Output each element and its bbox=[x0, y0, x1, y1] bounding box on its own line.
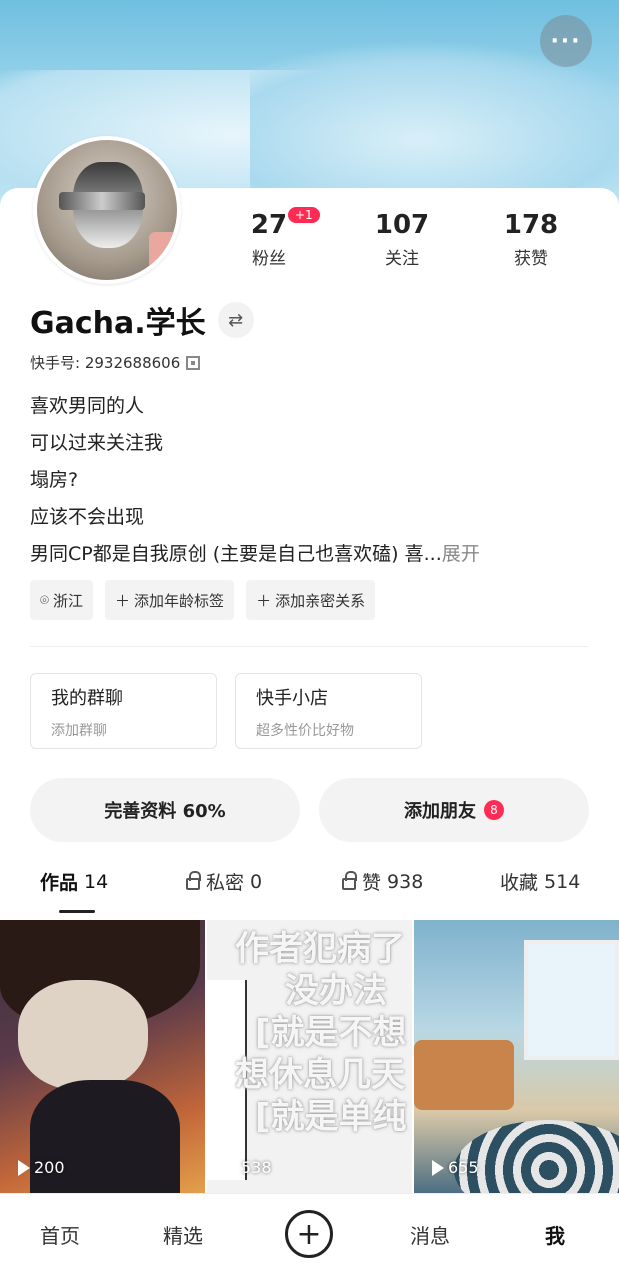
video-thumbnail[interactable]: 200 bbox=[0, 920, 205, 1193]
bio-expand-link[interactable]: 展开 bbox=[442, 543, 480, 565]
user-id[interactable]: 快手号: 2932688606 bbox=[30, 352, 201, 373]
overlay-line: 没办法 bbox=[285, 971, 387, 1011]
view-count: 200 bbox=[18, 1158, 65, 1177]
tab-favorites[interactable]: 收藏 514 bbox=[500, 868, 580, 895]
nav-featured[interactable]: 精选 bbox=[163, 1220, 203, 1249]
group-chat-card[interactable]: 我的群聊 添加群聊 bbox=[30, 673, 217, 749]
stat-following-label: 关注 bbox=[385, 249, 419, 269]
tab-favorites-count: 514 bbox=[544, 870, 581, 893]
bio-line: 喜欢男同的人 bbox=[30, 395, 145, 417]
profile-bio[interactable]: 喜欢男同的人 可以过来关注我 塌房? 应该不会出现 男同CP都是自我原创 (主要… bbox=[30, 388, 590, 573]
tag-add-relationship-label: 添加亲密关系 bbox=[275, 591, 366, 610]
tab-liked-count: 938 bbox=[387, 870, 424, 893]
stat-following[interactable]: 107 关注 bbox=[357, 210, 447, 269]
thumbnail-overlay-text: 作者犯病了 没办法 [就是不想 想休息几天 [就是单纯 bbox=[235, 928, 412, 1138]
shop-title: 快手小店 bbox=[256, 688, 328, 709]
tag-location-label: 浙江 bbox=[53, 591, 84, 610]
bio-line: 塌房? bbox=[30, 469, 79, 491]
tag-add-relationship[interactable]: ＋ 添加亲密关系 bbox=[246, 580, 376, 620]
stat-likes-count: 178 bbox=[503, 210, 559, 240]
tab-liked[interactable]: 赞 938 bbox=[342, 868, 423, 895]
add-friends-label: 添加朋友 bbox=[404, 801, 476, 822]
thumbnail-art bbox=[524, 940, 619, 1060]
thumbnail-art bbox=[414, 1040, 514, 1110]
tab-private[interactable]: 私密 0 bbox=[186, 868, 262, 895]
shop-card[interactable]: 快手小店 超多性价比好物 bbox=[235, 673, 422, 749]
tab-works[interactable]: 作品 14 bbox=[40, 868, 108, 895]
content-tabs: 作品 14 私密 0 赞 938 收藏 514 bbox=[0, 868, 619, 912]
tab-private-count: 0 bbox=[250, 870, 263, 893]
overlay-line: 作者犯病了 bbox=[235, 929, 405, 969]
bio-line: 应该不会出现 bbox=[30, 506, 145, 528]
nav-home[interactable]: 首页 bbox=[40, 1220, 80, 1249]
tab-works-label: 作品 bbox=[40, 872, 79, 894]
video-thumbnail[interactable]: 655 bbox=[414, 920, 619, 1193]
nav-add-button[interactable]: + bbox=[285, 1210, 333, 1258]
plus-icon: + bbox=[296, 1216, 322, 1252]
stat-likes-label: 获赞 bbox=[514, 249, 548, 269]
complete-profile-label: 完善资料 60% bbox=[104, 801, 226, 822]
more-options-button[interactable]: ··· bbox=[540, 15, 592, 67]
stat-likes[interactable]: 178 获赞 bbox=[486, 210, 576, 269]
shop-subtitle: 超多性价比好物 bbox=[256, 723, 354, 739]
overlay-line: [就是不想 bbox=[255, 1013, 407, 1053]
stat-following-count: 107 bbox=[374, 210, 430, 240]
video-thumbnail[interactable]: 作者犯病了 没办法 [就是不想 想休息几天 [就是单纯 538 bbox=[207, 920, 412, 1193]
tab-private-label: 私密 bbox=[206, 872, 245, 894]
view-count-text: 200 bbox=[34, 1158, 65, 1177]
nav-me[interactable]: 我 bbox=[545, 1220, 565, 1249]
tag-add-age[interactable]: ＋ 添加年龄标签 bbox=[105, 580, 235, 620]
plus-icon: ＋ bbox=[256, 591, 272, 610]
profile-tags: ⌾ 浙江 ＋ 添加年龄标签 ＋ 添加亲密关系 bbox=[30, 580, 376, 620]
overlay-line: [就是单纯 bbox=[255, 1097, 407, 1137]
bottom-nav: 首页 精选 + 消息 我 bbox=[0, 1193, 619, 1280]
avatar-glasses bbox=[59, 192, 145, 210]
video-grid: 200 作者犯病了 没办法 [就是不想 想休息几天 [就是单纯 538 655 bbox=[0, 920, 619, 1193]
plus-icon: ＋ bbox=[115, 591, 131, 610]
name-row: Gacha.学长 ⇄ bbox=[30, 298, 254, 342]
bio-line: 男同CP都是自我原创 (主要是自己也喜欢磕) 喜... bbox=[30, 543, 442, 565]
switch-arrows-icon: ⇄ bbox=[228, 309, 244, 331]
play-icon bbox=[225, 1159, 237, 1176]
new-follower-badge: +1 bbox=[288, 207, 320, 223]
bio-line: 可以过来关注我 bbox=[30, 432, 164, 454]
stat-followers-label: 粉丝 bbox=[252, 249, 286, 269]
profile-name: Gacha.学长 bbox=[30, 306, 206, 341]
location-pin-icon: ⌾ bbox=[40, 591, 50, 609]
add-friends-button[interactable]: 添加朋友 8 bbox=[319, 778, 589, 842]
active-tab-indicator bbox=[59, 910, 95, 913]
play-icon bbox=[432, 1159, 444, 1176]
tab-favorites-label: 收藏 bbox=[500, 872, 539, 894]
play-icon bbox=[18, 1159, 30, 1176]
lock-icon bbox=[342, 871, 357, 890]
lock-icon bbox=[186, 871, 201, 890]
thumbnail-art bbox=[454, 1120, 619, 1193]
tag-location[interactable]: ⌾ 浙江 bbox=[30, 580, 94, 620]
tag-add-age-label: 添加年龄标签 bbox=[134, 591, 225, 610]
bio-line-last: 男同CP都是自我原创 (主要是自己也喜欢磕) 喜...展开 bbox=[30, 536, 590, 573]
group-chat-subtitle: 添加群聊 bbox=[51, 723, 107, 739]
overlay-line: 想休息几天 bbox=[235, 1055, 405, 1095]
view-count: 538 bbox=[225, 1158, 272, 1177]
tab-liked-label: 赞 bbox=[362, 872, 382, 894]
add-friends-badge: 8 bbox=[484, 800, 504, 820]
qr-code-icon[interactable] bbox=[186, 355, 201, 370]
nav-messages[interactable]: 消息 bbox=[410, 1220, 450, 1249]
user-id-text: 快手号: 2932688606 bbox=[30, 354, 181, 372]
section-divider bbox=[30, 646, 588, 647]
view-count: 655 bbox=[432, 1158, 479, 1177]
tab-works-count: 14 bbox=[84, 870, 109, 893]
complete-profile-button[interactable]: 完善资料 60% bbox=[30, 778, 300, 842]
group-chat-title: 我的群聊 bbox=[51, 688, 123, 709]
view-count-text: 538 bbox=[241, 1158, 272, 1177]
switch-account-button[interactable]: ⇄ bbox=[217, 302, 254, 338]
view-count-text: 655 bbox=[448, 1158, 479, 1177]
thumbnail-art bbox=[18, 980, 148, 1090]
